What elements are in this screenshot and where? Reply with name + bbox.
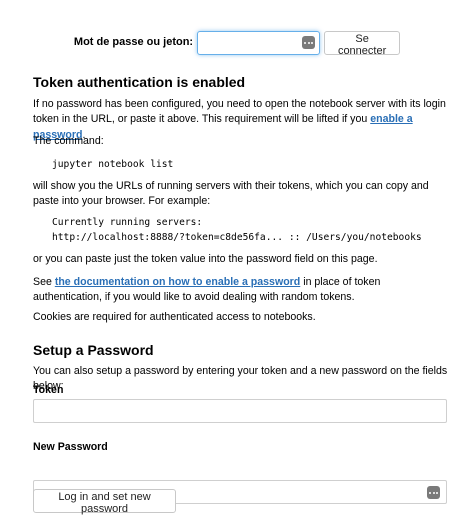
new-password-label: New Password bbox=[33, 441, 108, 453]
command-label: The command: bbox=[33, 135, 104, 147]
example-line-2: http://localhost:8888/?token=c8de56fa...… bbox=[52, 232, 422, 243]
example-line-1: Currently running servers: bbox=[52, 217, 203, 228]
command-code: jupyter notebook list bbox=[52, 159, 174, 170]
token-input[interactable] bbox=[33, 399, 447, 423]
cookies-text: Cookies are required for authenticated a… bbox=[33, 311, 316, 323]
password-label: Mot de passe ou jeton: bbox=[73, 36, 194, 49]
token-label: Token bbox=[33, 384, 64, 396]
set-password-button[interactable]: Log in and set new password bbox=[33, 489, 176, 515]
main-content: Token authentication is enabled If no pa… bbox=[33, 73, 448, 515]
urls-text: will show you the URLs of running server… bbox=[33, 180, 429, 208]
password-field-wrapper bbox=[197, 31, 321, 55]
token-heading: Token authentication is enabled bbox=[33, 74, 246, 90]
password-key-icon[interactable] bbox=[427, 486, 440, 499]
setup-heading: Setup a Password bbox=[33, 342, 154, 358]
docs-paragraph: See the documentation on how to enable a… bbox=[33, 275, 448, 306]
see-text: See bbox=[33, 276, 52, 288]
paste-text: or you can paste just the token value in… bbox=[33, 253, 378, 265]
login-row: Mot de passe ou jeton: Se connecter bbox=[0, 31, 474, 57]
docs-link[interactable]: the documentation on how to enable a pas… bbox=[55, 276, 300, 288]
connect-button[interactable]: Se connecter bbox=[324, 31, 401, 57]
password-key-icon[interactable] bbox=[302, 36, 316, 49]
